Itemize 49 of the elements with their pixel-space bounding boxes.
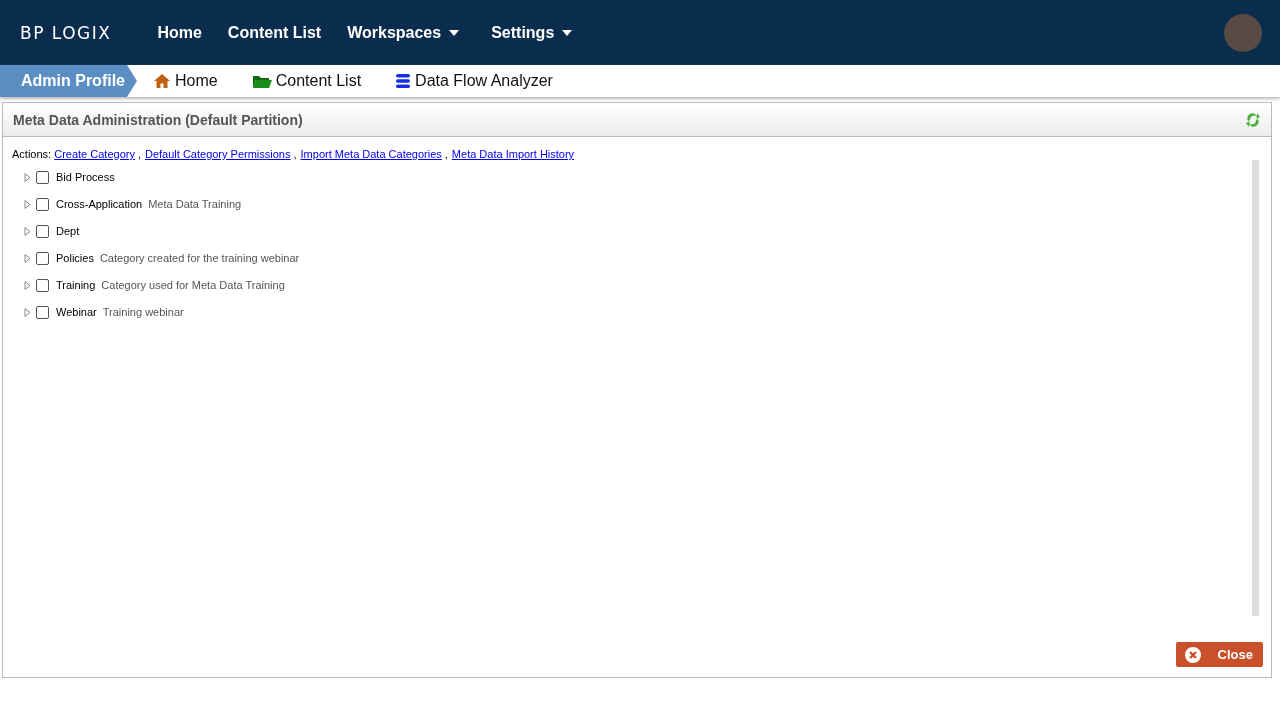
category-name[interactable]: Bid Process (56, 171, 115, 183)
expand-triangle-icon[interactable] (24, 226, 31, 236)
caret-icon (562, 29, 573, 36)
scrollbar[interactable] (1252, 160, 1259, 616)
separator: , (444, 148, 448, 160)
nav-link[interactable]: Home (157, 23, 202, 42)
checkbox[interactable] (36, 305, 49, 319)
action-link[interactable]: Create Category (54, 148, 135, 160)
expand-triangle-icon[interactable] (24, 199, 31, 209)
breadcrumb-link[interactable]: Home (153, 72, 218, 90)
expand-triangle-icon[interactable] (24, 253, 31, 263)
folder-icon (251, 73, 272, 89)
database-icon (395, 73, 412, 89)
avatar[interactable] (1224, 13, 1262, 52)
caret-icon (449, 29, 460, 36)
house-icon (153, 73, 171, 89)
breadcrumb-link[interactable]: Content List (251, 72, 362, 90)
checkbox[interactable] (36, 197, 49, 211)
expand-triangle-icon[interactable] (24, 307, 31, 317)
category-name[interactable]: Cross-Application (56, 198, 143, 210)
logo[interactable]: BP LOGIX (20, 22, 112, 43)
expand-triangle-icon[interactable] (24, 172, 31, 182)
expand-triangle-icon[interactable] (24, 280, 31, 290)
panel-title: Meta Data Administration (Default Partition) (13, 111, 303, 128)
category-name[interactable]: Policies (56, 252, 94, 264)
action-link[interactable]: Default Category Permissions (145, 148, 291, 160)
breadcrumb-link[interactable]: Data Flow Analyzer (395, 72, 553, 90)
category-description: Category used for Meta Data Training (101, 279, 285, 291)
nav-link[interactable]: Content List (227, 23, 322, 42)
category-name[interactable]: Training (56, 279, 96, 291)
separator: , (293, 148, 297, 160)
checkbox[interactable] (36, 170, 49, 184)
category-name[interactable]: Webinar (56, 306, 97, 318)
actions-label: Actions: (12, 148, 53, 160)
checkbox[interactable] (36, 278, 49, 292)
action-link[interactable]: Import Meta Data Categories (300, 148, 442, 160)
checkbox[interactable] (36, 224, 49, 238)
category-description: Meta Data Training (148, 198, 242, 210)
category-description: Category created for the training webinar (99, 252, 300, 264)
close-button[interactable]: Close (1176, 642, 1263, 667)
action-link[interactable]: Meta Data Import History (451, 148, 575, 160)
nav-link[interactable]: Workspaces (347, 23, 460, 42)
category-name[interactable]: Dept (56, 225, 80, 237)
separator: , (137, 148, 141, 160)
close-icon (1185, 646, 1201, 663)
nav-link[interactable]: Settings (491, 23, 573, 42)
checkbox[interactable] (36, 251, 49, 265)
refresh-icon[interactable] (1245, 111, 1261, 128)
category-description: Training webinar (102, 306, 184, 318)
